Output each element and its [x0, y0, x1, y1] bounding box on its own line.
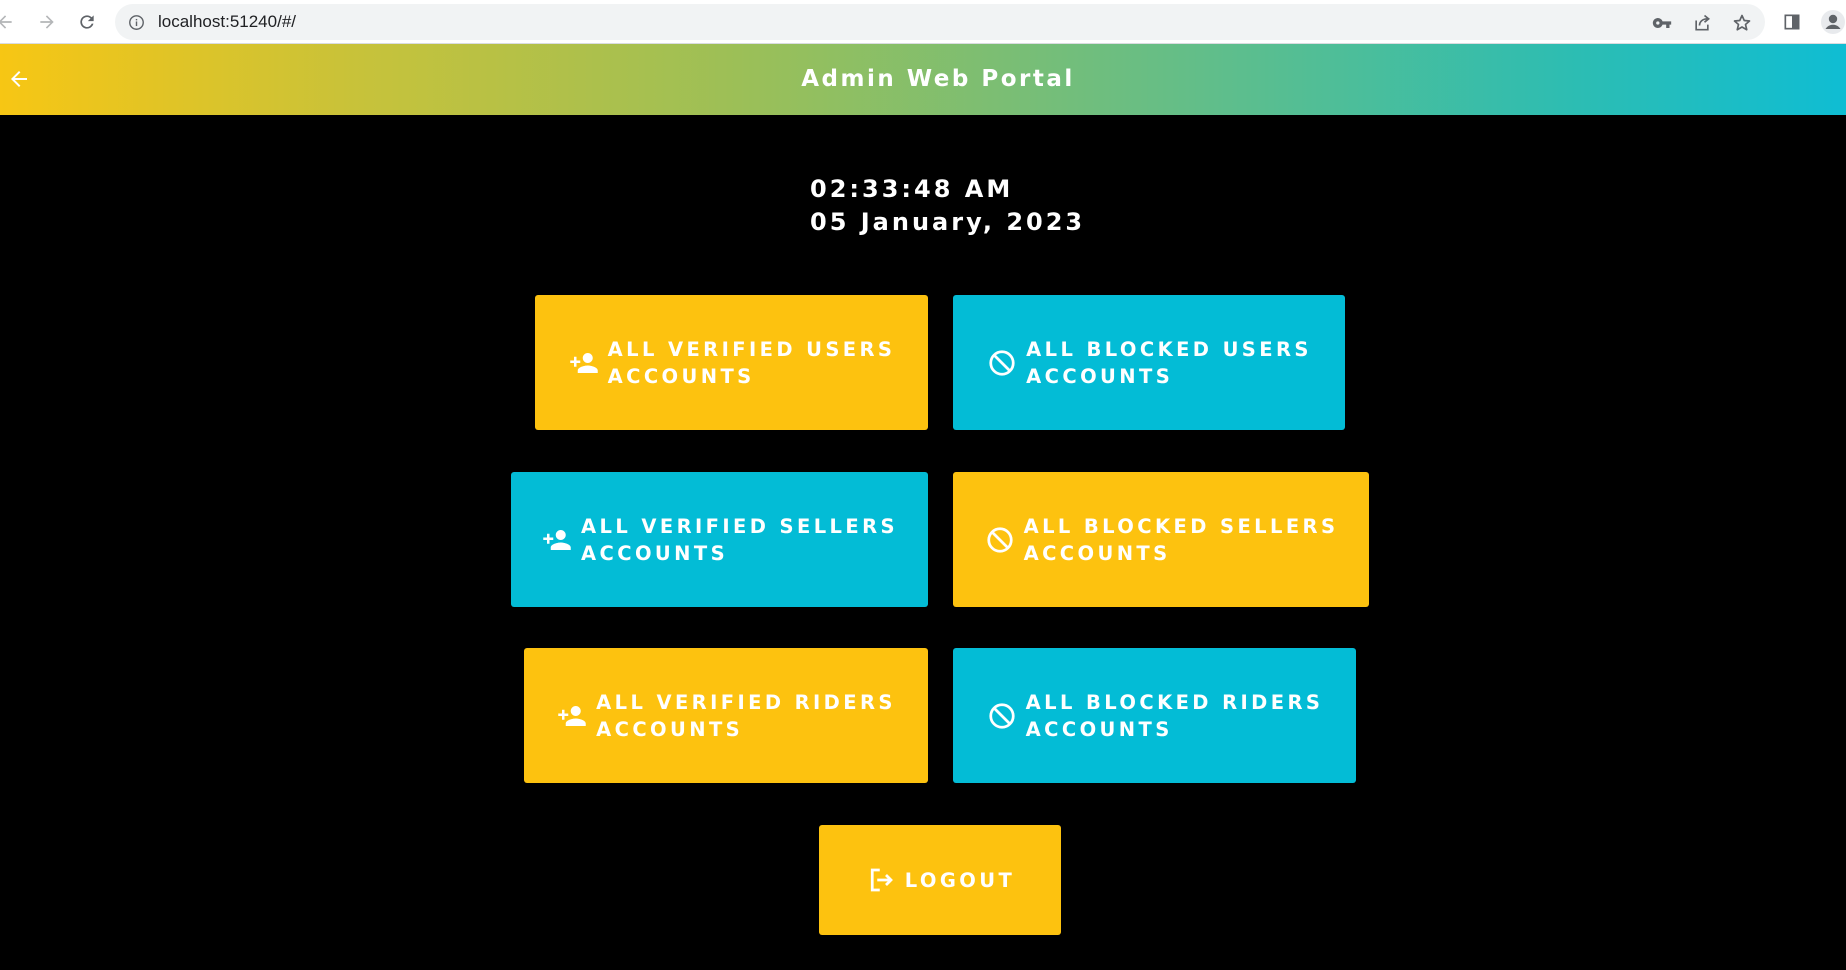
- logout-button[interactable]: LOGOUT: [819, 825, 1061, 935]
- back-arrow-icon[interactable]: [0, 9, 18, 35]
- address-bar[interactable]: localhost:51240/#/: [115, 4, 1765, 40]
- info-icon[interactable]: [127, 13, 145, 31]
- share-icon[interactable]: [1692, 13, 1712, 33]
- clock-time: 02:33:48 AM: [810, 175, 1014, 203]
- button-label: ALL VERIFIED RIDERS ACCOUNTS: [596, 690, 896, 741]
- clock-date: 05 January, 2023: [810, 208, 1086, 236]
- person-add-icon: [568, 347, 600, 379]
- block-icon: [984, 524, 1016, 556]
- all-verified-sellers-button[interactable]: ALL VERIFIED SELLERS ACCOUNTS: [511, 472, 928, 607]
- person-add-icon: [541, 524, 573, 556]
- all-blocked-sellers-button[interactable]: ALL BLOCKED SELLERS ACCOUNTS: [953, 472, 1369, 607]
- forward-arrow-icon[interactable]: [34, 9, 60, 35]
- side-panel-icon[interactable]: [1779, 9, 1805, 35]
- logout-icon: [865, 864, 897, 896]
- block-icon: [986, 347, 1018, 379]
- button-label: ALL BLOCKED SELLERS ACCOUNTS: [1023, 514, 1339, 565]
- button-label: ALL BLOCKED RIDERS ACCOUNTS: [1025, 690, 1324, 741]
- all-blocked-riders-button[interactable]: ALL BLOCKED RIDERS ACCOUNTS: [953, 648, 1356, 783]
- page-title: Admin Web Portal: [801, 66, 1075, 92]
- reload-icon[interactable]: [74, 9, 100, 35]
- all-verified-riders-button[interactable]: ALL VERIFIED RIDERS ACCOUNTS: [524, 648, 928, 783]
- all-blocked-users-button[interactable]: ALL BLOCKED USERS ACCOUNTS: [953, 295, 1345, 430]
- app-header: Admin Web Portal: [0, 44, 1846, 115]
- all-verified-users-button[interactable]: ALL VERIFIED USERS ACCOUNTS: [535, 295, 928, 430]
- clock: 02:33:48 AM 05 January, 2023: [810, 173, 1085, 239]
- star-icon[interactable]: [1732, 13, 1752, 33]
- block-icon: [986, 700, 1018, 732]
- logout-label: LOGOUT: [904, 868, 1016, 892]
- button-label: ALL VERIFIED SELLERS ACCOUNTS: [581, 514, 898, 565]
- profile-icon[interactable]: [1820, 9, 1846, 35]
- key-icon[interactable]: [1652, 13, 1672, 33]
- url-text[interactable]: localhost:51240/#/: [158, 4, 296, 40]
- button-label: ALL VERIFIED USERS ACCOUNTS: [607, 337, 896, 388]
- browser-toolbar: localhost:51240/#/: [0, 0, 1846, 44]
- person-add-icon: [556, 700, 588, 732]
- button-label: ALL BLOCKED USERS ACCOUNTS: [1026, 337, 1312, 388]
